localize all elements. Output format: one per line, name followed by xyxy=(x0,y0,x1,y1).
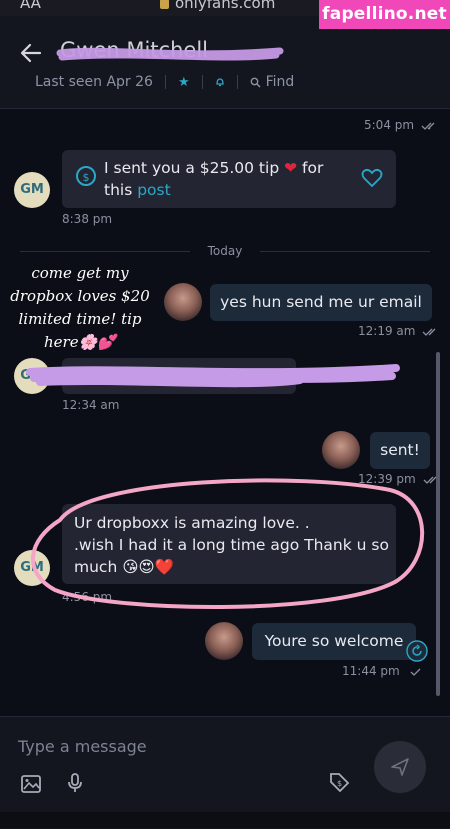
svg-text:$: $ xyxy=(337,779,342,788)
price-tag-icon[interactable]: $ xyxy=(328,771,350,793)
message-input[interactable]: Type a message xyxy=(18,737,147,756)
highlight-circle xyxy=(30,478,425,610)
bottom-strip xyxy=(0,812,450,828)
image-icon[interactable] xyxy=(20,773,42,795)
watermark: fapellino.net xyxy=(319,0,450,29)
send-icon xyxy=(391,758,409,776)
microphone-icon[interactable] xyxy=(64,772,86,794)
send-button[interactable] xyxy=(374,741,426,793)
annotation-layer xyxy=(26,364,425,610)
email-redaction-scribble xyxy=(26,364,400,388)
